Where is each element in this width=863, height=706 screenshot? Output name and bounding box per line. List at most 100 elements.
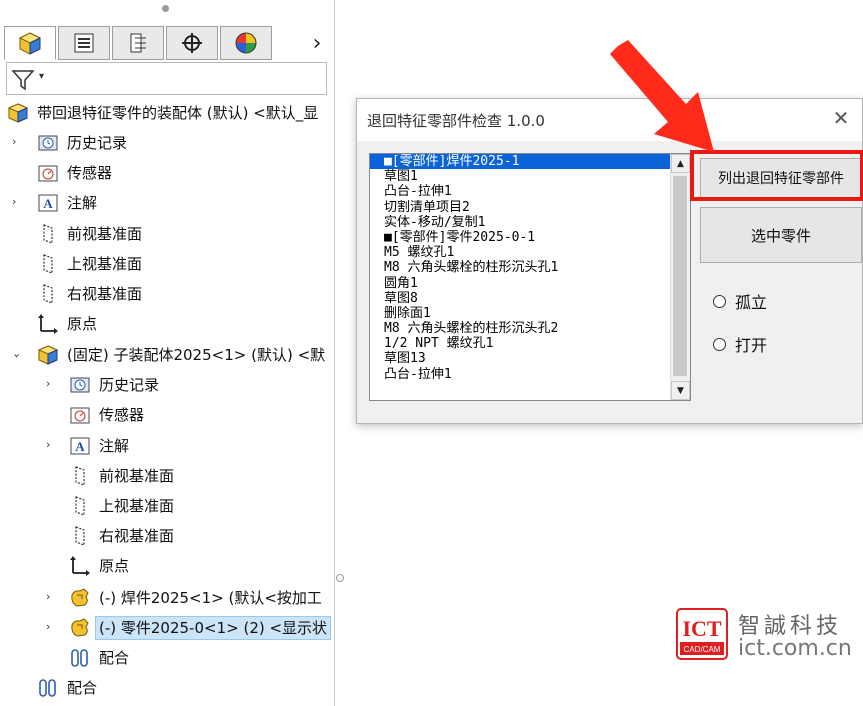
tree-row-label: 右视基准面: [99, 527, 175, 545]
tree-row-label: (-) 零件2025-0<1> (2) <显示状: [94, 616, 332, 640]
tree-row[interactable]: › A 注解: [0, 188, 335, 218]
list-item[interactable]: ■[零部件]零件2025-0-1: [370, 230, 672, 245]
list-item[interactable]: M8 六角头螺栓的柱形沉头孔2: [370, 321, 672, 336]
list-item[interactable]: 删除面1: [370, 306, 672, 321]
tree-row[interactable]: 配合: [0, 643, 335, 673]
radio-isolate-dot[interactable]: [713, 294, 726, 308]
tree-row[interactable]: 上视基准面: [0, 249, 335, 279]
list-item[interactable]: M8 六角头螺栓的柱形沉头孔1: [370, 260, 672, 275]
annotation-icon: A: [68, 435, 92, 457]
expand-arrow-icon[interactable]: ›: [46, 621, 56, 633]
tree-row[interactable]: › 历史记录: [0, 128, 335, 158]
annotation-icon: A: [36, 192, 60, 214]
tree-row-label: 原点: [99, 557, 130, 575]
rollback-feature-list[interactable]: ■[零部件]焊件2025-1 草图1 凸台-拉伸1 切割清单项目2 实体-移动/复制1 ■…: [369, 153, 691, 401]
expand-arrow-icon[interactable]: ›: [46, 591, 56, 603]
tab-scroll-right-button[interactable]: ›: [304, 28, 330, 58]
tree-row[interactable]: 原点: [0, 309, 335, 339]
tree-row[interactable]: 上视基准面: [0, 491, 335, 521]
tree-row[interactable]: 原点: [0, 551, 335, 581]
radio-open-dot[interactable]: [713, 337, 726, 351]
list-scrollbar[interactable]: ▲ ▼: [670, 154, 690, 400]
tree-row-label: 上视基准面: [99, 497, 175, 515]
tree-row[interactable]: › A 注解: [0, 431, 335, 461]
panel-splitter-handle[interactable]: [336, 574, 344, 582]
expand-arrow-icon[interactable]: ›: [12, 196, 22, 208]
sensor-icon: [68, 404, 92, 426]
svg-text:A: A: [75, 439, 85, 454]
tree-row[interactable]: 右视基准面: [0, 521, 335, 551]
list-item[interactable]: 切割清单项目2: [370, 200, 672, 215]
tree-row[interactable]: › (-) 焊件2025<1> (默认<按加工: [0, 583, 335, 613]
plane-icon: [68, 465, 92, 487]
watermark-logo: ICT CAD/CAM 智誠科技 ict.com.cn: [676, 606, 861, 664]
tab-feature-manager[interactable]: [4, 26, 56, 60]
tree-row[interactable]: 传感器: [0, 400, 335, 430]
tree-row[interactable]: 前视基准面: [0, 219, 335, 249]
tree-row-label: 前视基准面: [99, 467, 175, 485]
tree-row[interactable]: 前视基准面: [0, 461, 335, 491]
manager-tab-bar: ›: [4, 26, 332, 62]
subassembly-icon: [36, 344, 60, 366]
feature-tree-panel: › ▾ 带回退特征零件的装配体 (默认) <默认_显 › 历史记录 传感器 › A 注解 前视…: [0, 0, 335, 706]
property-manager-icon: [74, 33, 94, 53]
radio-isolate[interactable]: 孤立: [713, 289, 767, 313]
radio-open[interactable]: 打开: [713, 332, 767, 356]
annotation-arrow-icon: [610, 40, 714, 152]
list-item[interactable]: 实体-移动/复制1: [370, 215, 672, 230]
tree-row[interactable]: 带回退特征零件的装配体 (默认) <默认_显: [0, 98, 335, 128]
filter-dropdown-icon[interactable]: ▾: [39, 71, 44, 82]
tree-row[interactable]: ⌄ (固定) 子装配体2025<1> (默认) <默: [0, 340, 335, 370]
select-part-button[interactable]: 选中零件: [700, 207, 862, 263]
list-item[interactable]: 圆角1: [370, 276, 672, 291]
mate-icon: [68, 647, 92, 669]
scroll-thumb[interactable]: [673, 176, 687, 376]
list-item[interactable]: 凸台-拉伸1: [370, 184, 672, 199]
tree-row[interactable]: › 历史记录: [0, 370, 335, 400]
tree-row-label: 前视基准面: [67, 225, 143, 243]
list-item[interactable]: 草图1: [370, 169, 672, 184]
tree-row[interactable]: › (-) 零件2025-0<1> (2) <显示状: [0, 613, 335, 643]
list-item[interactable]: M5 螺纹孔1: [370, 245, 672, 260]
list-item[interactable]: 草图8: [370, 291, 672, 306]
tree-row-label: 历史记录: [99, 376, 160, 394]
tab-dimxpert-manager[interactable]: [166, 26, 218, 60]
panel-grip-handle[interactable]: [162, 5, 169, 12]
dialog-title: 退回特征零部件检查 1.0.0: [367, 112, 545, 130]
feature-manager-icon: [18, 32, 42, 55]
tree-row[interactable]: 配合: [0, 673, 335, 703]
radio-open-label: 打开: [735, 336, 768, 355]
plane-icon: [36, 283, 60, 305]
dimxpert-icon: [182, 33, 202, 53]
list-item[interactable]: 凸台-拉伸1: [370, 367, 672, 382]
tree-row-label: 注解: [67, 194, 98, 212]
watermark-url: ict.com.cn: [738, 636, 852, 661]
tree-row-label: 传感器: [99, 406, 145, 424]
filter-icon: [11, 70, 35, 91]
plane-icon: [68, 525, 92, 547]
collapse-arrow-icon[interactable]: ⌄: [12, 348, 22, 360]
part-icon: [68, 617, 92, 639]
mate-icon: [36, 677, 60, 699]
expand-arrow-icon[interactable]: ›: [46, 439, 56, 451]
expand-arrow-icon[interactable]: ›: [46, 378, 56, 390]
tree-row[interactable]: 右视基准面: [0, 279, 335, 309]
display-manager-icon: [235, 32, 257, 54]
tree-filter-input[interactable]: ▾: [6, 62, 327, 95]
ict-logo-icon: ICT CAD/CAM: [676, 608, 728, 660]
close-icon[interactable]: ✕: [830, 107, 852, 129]
tab-configuration-manager[interactable]: [112, 26, 164, 60]
plane-icon: [68, 495, 92, 517]
list-item[interactable]: 草图13: [370, 351, 672, 366]
radio-isolate-label: 孤立: [735, 293, 768, 312]
tree-row-label: 历史记录: [67, 134, 128, 152]
tree-row-label: 配合: [67, 679, 98, 697]
tree-row[interactable]: 传感器: [0, 158, 335, 188]
expand-arrow-icon[interactable]: ›: [12, 136, 22, 148]
configuration-manager-icon: [130, 33, 146, 53]
tab-display-manager[interactable]: [220, 26, 272, 60]
tab-property-manager[interactable]: [58, 26, 110, 60]
list-item[interactable]: 1/2 NPT 螺纹孔1: [370, 336, 672, 351]
scroll-down-button[interactable]: ▼: [671, 381, 690, 400]
tree-row-label: 带回退特征零件的装配体 (默认) <默认_显: [37, 104, 319, 122]
